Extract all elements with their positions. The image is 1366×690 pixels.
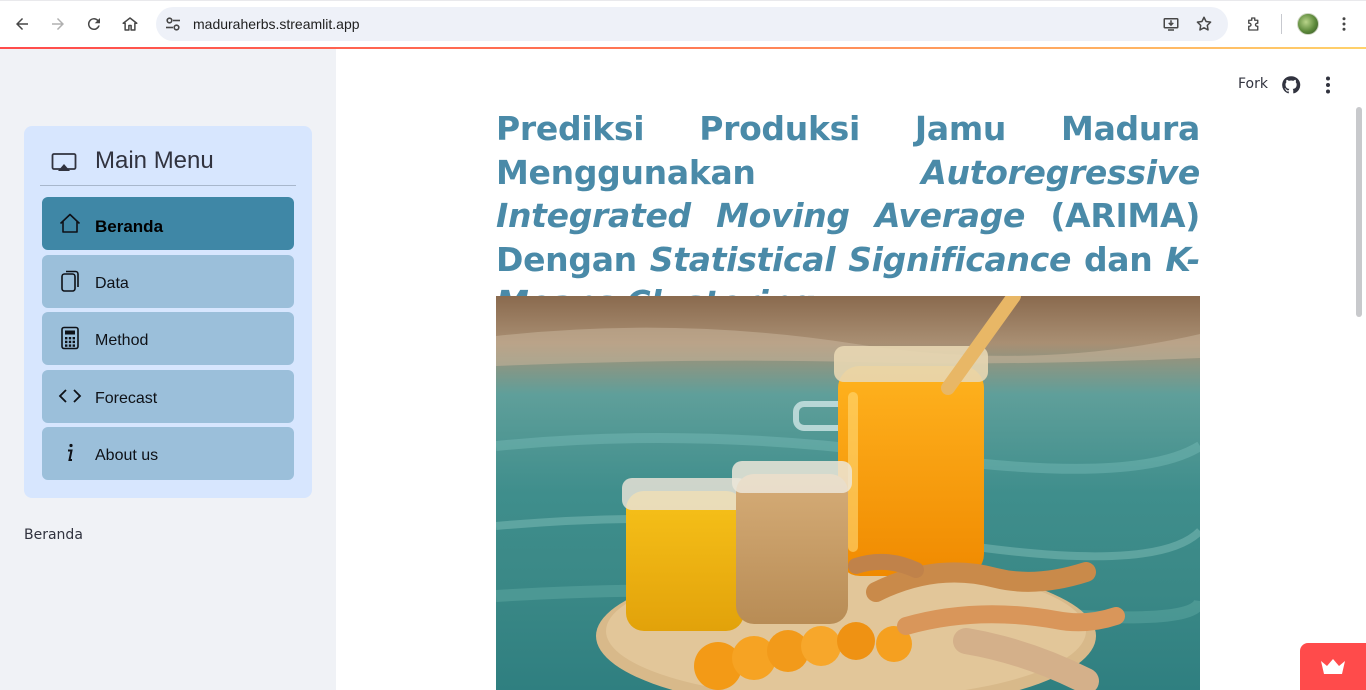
menu-item-method[interactable]: Method bbox=[42, 312, 294, 365]
back-button[interactable] bbox=[10, 12, 34, 36]
house-icon bbox=[59, 213, 81, 233]
more-vertical-icon[interactable] bbox=[1319, 75, 1337, 95]
menu-item-data[interactable]: Data bbox=[42, 255, 294, 308]
address-bar[interactable]: maduraherbs.streamlit.app bbox=[156, 7, 1228, 41]
github-icon[interactable] bbox=[1281, 75, 1301, 95]
menu-title: Main Menu bbox=[95, 147, 214, 174]
browser-menu-icon bbox=[1342, 17, 1346, 31]
browser-toolbar: maduraherbs.streamlit.app bbox=[0, 0, 1366, 49]
main-content: Fork Prediksi Produksi Jamu Madura Mengg… bbox=[336, 49, 1366, 690]
extensions-button[interactable] bbox=[1242, 12, 1266, 36]
home-button[interactable] bbox=[118, 12, 142, 36]
menu-item-label: Forecast bbox=[95, 390, 158, 407]
files-icon bbox=[61, 270, 79, 292]
profile-avatar[interactable] bbox=[1297, 13, 1319, 35]
bookmark-star-icon[interactable] bbox=[1195, 15, 1213, 33]
home-icon bbox=[122, 17, 138, 31]
toolbar-divider bbox=[1281, 14, 1282, 34]
selected-page-caption: Beranda bbox=[24, 527, 83, 543]
menu-item-label: Method bbox=[95, 332, 149, 349]
url-text[interactable]: maduraherbs.streamlit.app bbox=[193, 16, 360, 32]
hero-image bbox=[496, 296, 1200, 690]
jamu-photo-illustration bbox=[496, 296, 1200, 690]
install-app-icon[interactable] bbox=[1162, 15, 1180, 33]
streamlit-badge[interactable] bbox=[1300, 643, 1366, 690]
title-part: dan bbox=[1071, 239, 1166, 279]
menu-item-beranda[interactable]: Beranda bbox=[42, 197, 294, 250]
tab-strip-edge bbox=[0, 0, 1366, 1]
calculator-icon bbox=[61, 326, 79, 350]
fork-button[interactable]: Fork bbox=[1238, 76, 1268, 92]
back-icon bbox=[16, 18, 28, 30]
browser-menu-button[interactable] bbox=[1332, 12, 1356, 36]
info-icon bbox=[68, 443, 73, 461]
extensions-icon bbox=[1248, 17, 1259, 31]
reload-button[interactable] bbox=[82, 12, 106, 36]
menu-item-label: About us bbox=[95, 447, 159, 464]
site-settings-icon[interactable] bbox=[165, 16, 181, 32]
menu-item-about-us[interactable]: About us bbox=[42, 427, 294, 480]
title-part-italic: Statistical Significance bbox=[649, 239, 1072, 279]
menu-header: Main Menu bbox=[40, 142, 296, 186]
cast-icon bbox=[51, 153, 77, 171]
forward-icon bbox=[52, 18, 64, 30]
code-icon bbox=[58, 389, 82, 403]
menu-item-label: Data bbox=[95, 275, 129, 292]
sidebar: Main Menu Beranda Data Method Forecast A… bbox=[0, 49, 336, 690]
scrollbar-thumb[interactable] bbox=[1356, 107, 1362, 317]
page-title: Prediksi Produksi Jamu Madura Menggunaka… bbox=[496, 107, 1200, 325]
menu-item-forecast[interactable]: Forecast bbox=[42, 370, 294, 423]
menu-item-label: Beranda bbox=[95, 217, 164, 236]
option-menu: Main Menu Beranda Data Method Forecast A… bbox=[24, 126, 312, 498]
forward-button[interactable] bbox=[46, 12, 70, 36]
streamlit-crown-icon bbox=[1321, 659, 1345, 674]
reload-icon bbox=[87, 18, 100, 31]
